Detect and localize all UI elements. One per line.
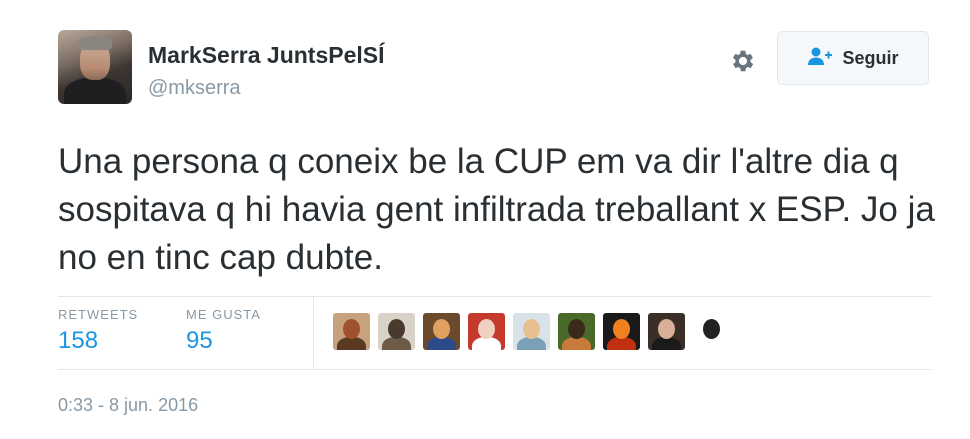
user-avatar-icon[interactable] (513, 313, 550, 350)
user-avatar-icon[interactable] (378, 313, 415, 350)
tweet-timestamp[interactable]: 0:33 - 8 jun. 2016 (58, 395, 198, 416)
user-avatar-icon[interactable] (648, 313, 685, 350)
likes-stat[interactable]: ME GUSTA 95 (186, 307, 261, 355)
user-avatar-icon[interactable] (603, 313, 640, 350)
likers-avatars (333, 313, 730, 351)
user-avatar-icon[interactable] (333, 313, 370, 350)
avatar-head (343, 319, 360, 339)
avatar-head (658, 319, 675, 339)
stats-divider-bottom (58, 369, 931, 370)
avatar-head (613, 319, 630, 339)
avatar-head (523, 319, 540, 339)
profile-avatar[interactable] (58, 30, 132, 104)
add-user-icon (807, 46, 833, 71)
avatar-head (568, 319, 585, 339)
retweets-count[interactable]: 158 (58, 327, 138, 355)
gear-icon[interactable] (728, 46, 758, 76)
avatar-head (433, 319, 450, 339)
retweets-label: RETWEETS (58, 307, 139, 322)
stats-divider-vertical (313, 296, 314, 369)
tweet-text: Una persona q coneix be la CUP em va dir… (58, 142, 935, 277)
user-avatar-icon[interactable] (468, 313, 505, 350)
follow-button[interactable]: Seguir (777, 31, 929, 85)
sketch-avatar-icon[interactable] (693, 313, 730, 350)
likes-count[interactable]: 95 (186, 327, 261, 355)
display-name[interactable]: MarkSerra JuntsPelSÍ (148, 42, 385, 69)
avatar-body (64, 78, 126, 104)
user-avatar-icon[interactable] (558, 313, 595, 350)
user-avatar-icon[interactable] (423, 313, 460, 350)
avatar-hair (78, 36, 112, 50)
follow-button-label: Seguir (842, 47, 899, 68)
likes-label: ME GUSTA (186, 307, 261, 322)
stats-divider-top (58, 296, 931, 297)
retweets-stat[interactable]: RETWEETS 158 (58, 307, 138, 355)
avatar-head (703, 319, 720, 339)
avatar-head (388, 319, 405, 339)
avatar-head (478, 319, 495, 339)
screen-name[interactable]: @mkserra (148, 77, 241, 100)
